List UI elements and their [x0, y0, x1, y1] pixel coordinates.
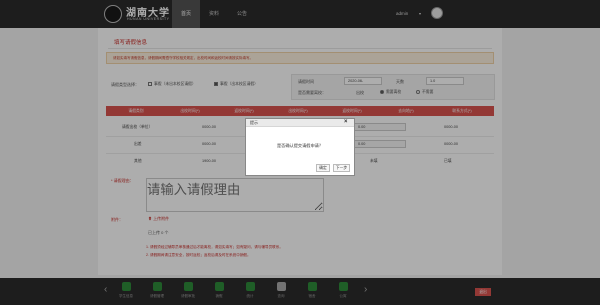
dialog-title: 提示: [250, 120, 258, 125]
dialog-message: 是否确认提交请假申请？: [276, 143, 324, 148]
next-button[interactable]: 下一步: [333, 164, 350, 172]
close-icon[interactable]: ×: [344, 119, 348, 126]
confirm-button[interactable]: 确定: [316, 164, 330, 172]
confirm-dialog: 提示 × 是否确认提交请假申请？ 确定 下一步: [245, 118, 355, 176]
dialog-header: 提示 ×: [246, 119, 354, 127]
